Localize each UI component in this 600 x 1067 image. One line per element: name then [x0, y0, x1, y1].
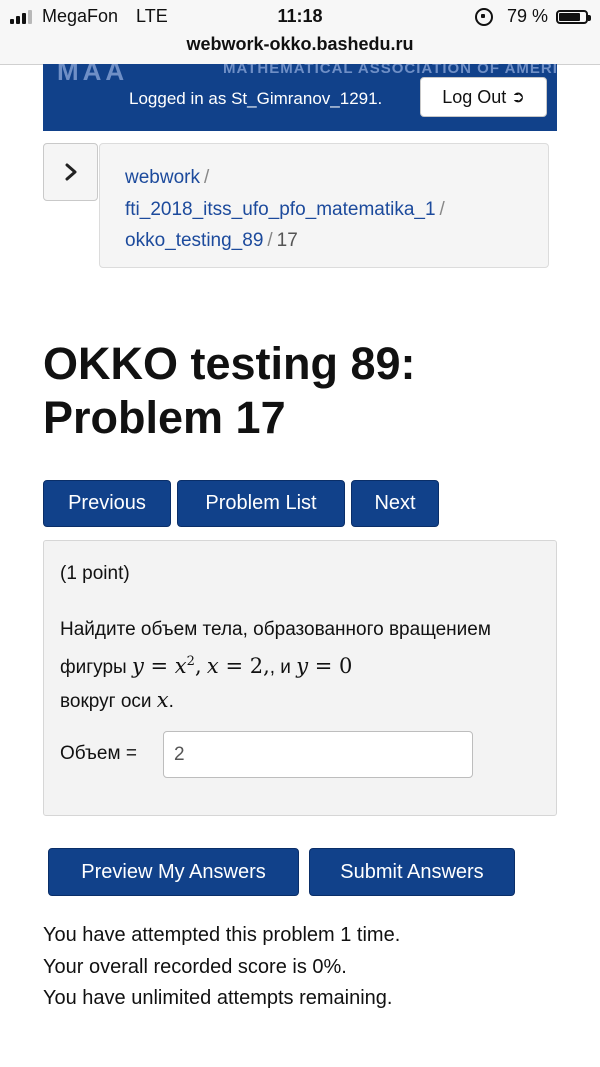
rotation-lock-icon: [474, 7, 493, 26]
problem-points: (1 point): [60, 563, 130, 584]
math-curve: y = x2: [131, 654, 195, 678]
site-header: MAA MATHEMATICAL ASSOCIATION OF AMERICA …: [43, 64, 557, 131]
problem-list-button[interactable]: Problem List: [177, 480, 345, 527]
answer-input[interactable]: [163, 731, 473, 778]
page-title-line1: OKKO testing 89:: [43, 338, 416, 389]
url-text: webwork-okko.bashedu.ru: [186, 34, 414, 54]
battery-icon: [556, 9, 591, 24]
chevron-right-icon: [65, 163, 76, 181]
breadcrumb-separator: /: [439, 198, 445, 220]
org-name: MATHEMATICAL ASSOCIATION OF AMERICA: [223, 64, 557, 77]
attempts-text: You have attempted this problem 1 time.: [43, 924, 401, 946]
logged-in-text: Logged in as St_Gimranov_1291.: [129, 89, 383, 108]
breadcrumb: webwork / fti_2018_itss_ufo_pfo_matematik…: [99, 143, 549, 268]
preview-answers-button[interactable]: Preview My Answers: [48, 848, 299, 896]
score-text: Your overall recorded score is 0%.: [43, 955, 347, 978]
problem-statement: Найдите объем тела, образованного вращен…: [60, 614, 540, 718]
breadcrumb-link-set[interactable]: okko_testing_89: [125, 230, 263, 251]
sidebar-toggle-button[interactable]: [43, 143, 98, 201]
answer-label: Объем =: [60, 743, 137, 764]
breadcrumb-link-course[interactable]: fti_2018_itss_ufo_pfo_matematika_1: [125, 199, 436, 220]
page-title-line2: Problem 17: [43, 392, 286, 443]
breadcrumb-link-webwork[interactable]: webwork: [125, 167, 200, 188]
problem-text-and: , и: [269, 657, 291, 678]
problem-box: (1 point) Найдите объем тела, образованн…: [43, 540, 557, 816]
attempt-status: You have attempted this problem 1 time. …: [43, 920, 400, 1015]
address-bar[interactable]: webwork-okko.bashedu.ru: [0, 34, 600, 65]
battery-percent: 79 %: [506, 6, 548, 26]
sign-out-icon: ➲: [511, 89, 525, 106]
status-right: 79 %: [474, 6, 591, 27]
status-bar: MegaFon LTE 11:18 79 %: [0, 0, 600, 34]
problem-period: .: [168, 691, 174, 712]
math-comma: ,: [194, 654, 202, 678]
math-axis-line: y = 0: [296, 654, 353, 678]
maa-logo: MAA: [57, 64, 129, 86]
logout-label: Log Out: [442, 86, 507, 107]
logout-button[interactable]: Log Out ➲: [420, 77, 547, 117]
problem-text-around: вокруг оси: [60, 691, 152, 712]
math-axis: x: [156, 688, 169, 712]
math-line: x = 2,: [206, 654, 270, 678]
breadcrumb-current: 17: [276, 230, 298, 251]
previous-button[interactable]: Previous: [43, 480, 171, 527]
next-button[interactable]: Next: [351, 480, 439, 527]
submit-answers-button[interactable]: Submit Answers: [309, 848, 515, 896]
breadcrumb-separator: /: [267, 230, 273, 251]
remaining-text: You have unlimited attempts remaining.: [43, 987, 393, 1009]
page-title: OKKO testing 89: Problem 17: [43, 337, 563, 445]
breadcrumb-separator: /: [203, 167, 210, 188]
